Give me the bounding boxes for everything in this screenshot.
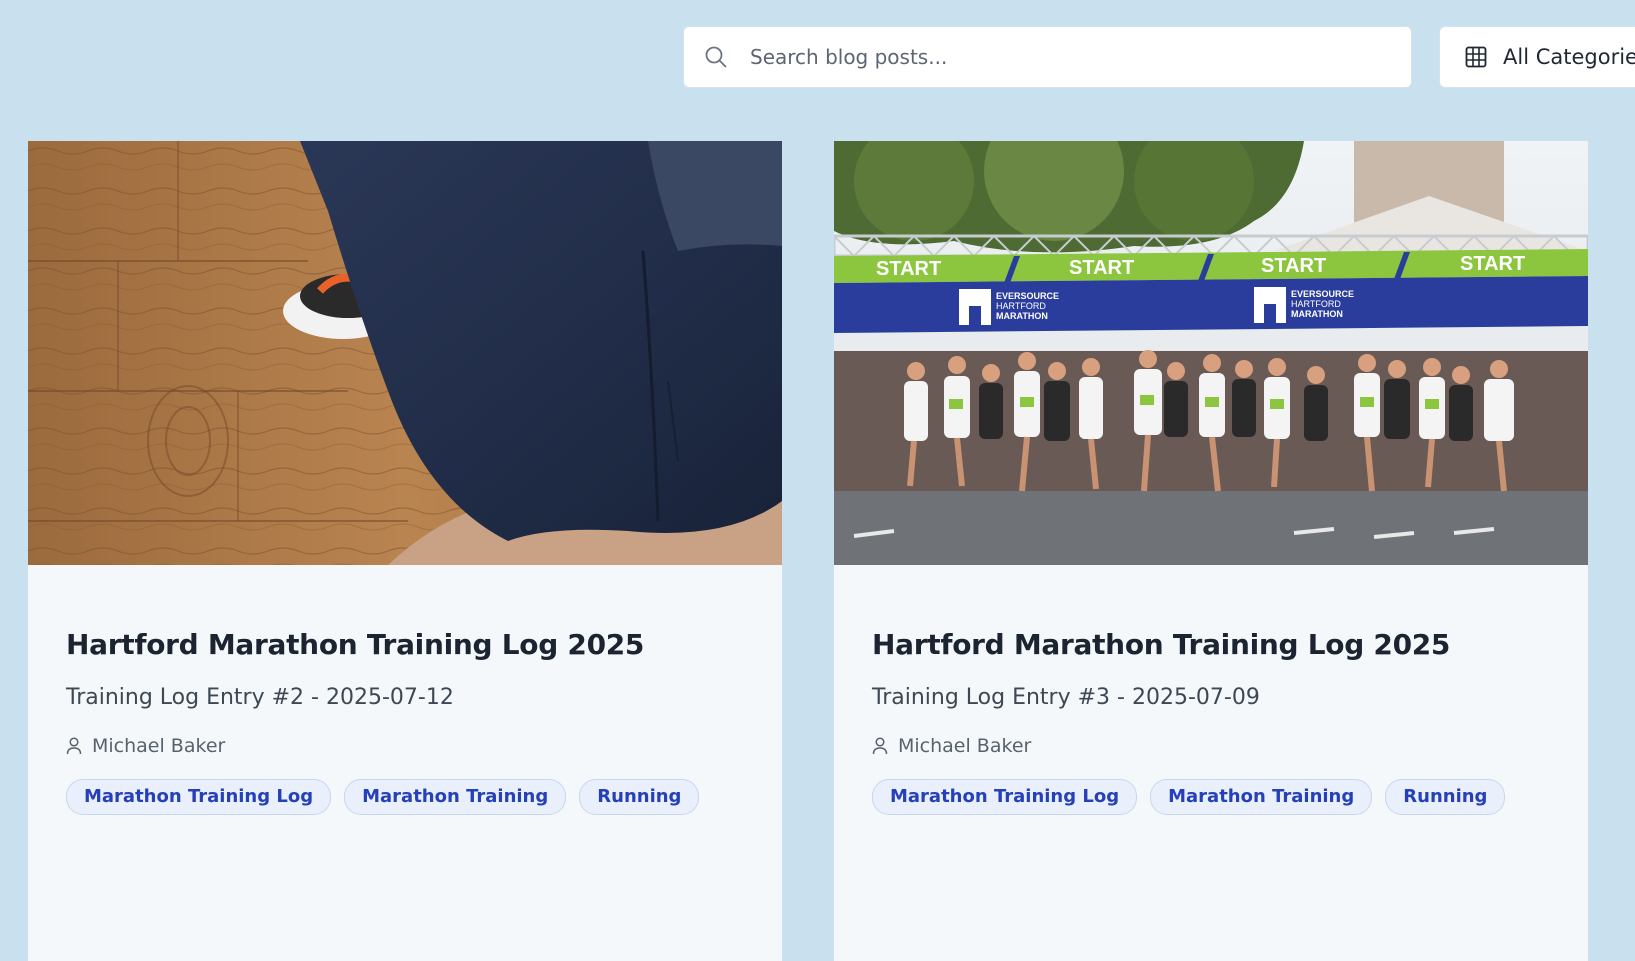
post-title[interactable]: Hartford Marathon Training Log 2025 (66, 565, 744, 663)
banner-start-text: START (1460, 253, 1525, 275)
post-subtitle: Training Log Entry #3 - 2025-07-09 (872, 685, 1260, 710)
post-author-name: Michael Baker (92, 735, 226, 757)
category-filter-button[interactable]: All Categories (1439, 26, 1635, 88)
svg-text:EVERSOURCE: EVERSOURCE (996, 291, 1059, 301)
search-input[interactable] (748, 36, 1411, 78)
post-author: Michael Baker (872, 735, 1550, 757)
svg-text:HARTFORD: HARTFORD (996, 301, 1046, 311)
post-subtitle: Training Log Entry #2 - 2025-07-12 (66, 685, 454, 710)
marathon-logo: EVERSOURCE HARTFORD MARATHON (1254, 287, 1354, 323)
post-tags: Marathon Training Log Marathon Training … (872, 779, 1550, 815)
svg-text:MARATHON: MARATHON (1291, 309, 1343, 319)
user-icon (66, 737, 84, 755)
tag[interactable]: Marathon Training (1150, 779, 1373, 815)
tag[interactable]: Marathon Training Log (872, 779, 1138, 815)
tag[interactable]: Running (579, 779, 700, 815)
search-icon (703, 44, 729, 70)
post-image: START START START START EVERSOURCE HARTF… (834, 141, 1588, 565)
tag[interactable]: Marathon Training Log (66, 779, 332, 815)
tag[interactable]: Running (1385, 779, 1506, 815)
banner-start-text: START (876, 258, 941, 280)
user-icon (872, 737, 890, 755)
post-card-body: Hartford Marathon Training Log 2025 Trai… (834, 565, 1588, 815)
post-card[interactable]: Hartford Marathon Training Log 2025 Trai… (28, 141, 782, 961)
hardwood-floor-photo (28, 141, 782, 565)
svg-text:HARTFORD: HARTFORD (1291, 299, 1341, 309)
search-box[interactable] (683, 26, 1412, 88)
post-title[interactable]: Hartford Marathon Training Log 2025 (872, 565, 1550, 663)
post-author: Michael Baker (66, 735, 744, 757)
svg-text:EVERSOURCE: EVERSOURCE (1291, 289, 1354, 299)
grid-icon (1465, 45, 1489, 69)
banner-start-text: START (1261, 255, 1326, 277)
tag[interactable]: Marathon Training (344, 779, 567, 815)
post-card[interactable]: START START START START EVERSOURCE HARTF… (834, 141, 1588, 961)
svg-text:MARATHON: MARATHON (996, 311, 1048, 321)
marathon-start-photo: START START START START EVERSOURCE HARTF… (834, 141, 1588, 565)
post-card-body: Hartford Marathon Training Log 2025 Trai… (28, 565, 782, 815)
banner-start-text: START (1069, 257, 1134, 279)
post-tags: Marathon Training Log Marathon Training … (66, 779, 744, 815)
category-filter-label: All Categories (1503, 45, 1635, 69)
post-author-name: Michael Baker (898, 735, 1032, 757)
marathon-logo: EVERSOURCE HARTFORD MARATHON (959, 289, 1059, 325)
post-image (28, 141, 782, 565)
